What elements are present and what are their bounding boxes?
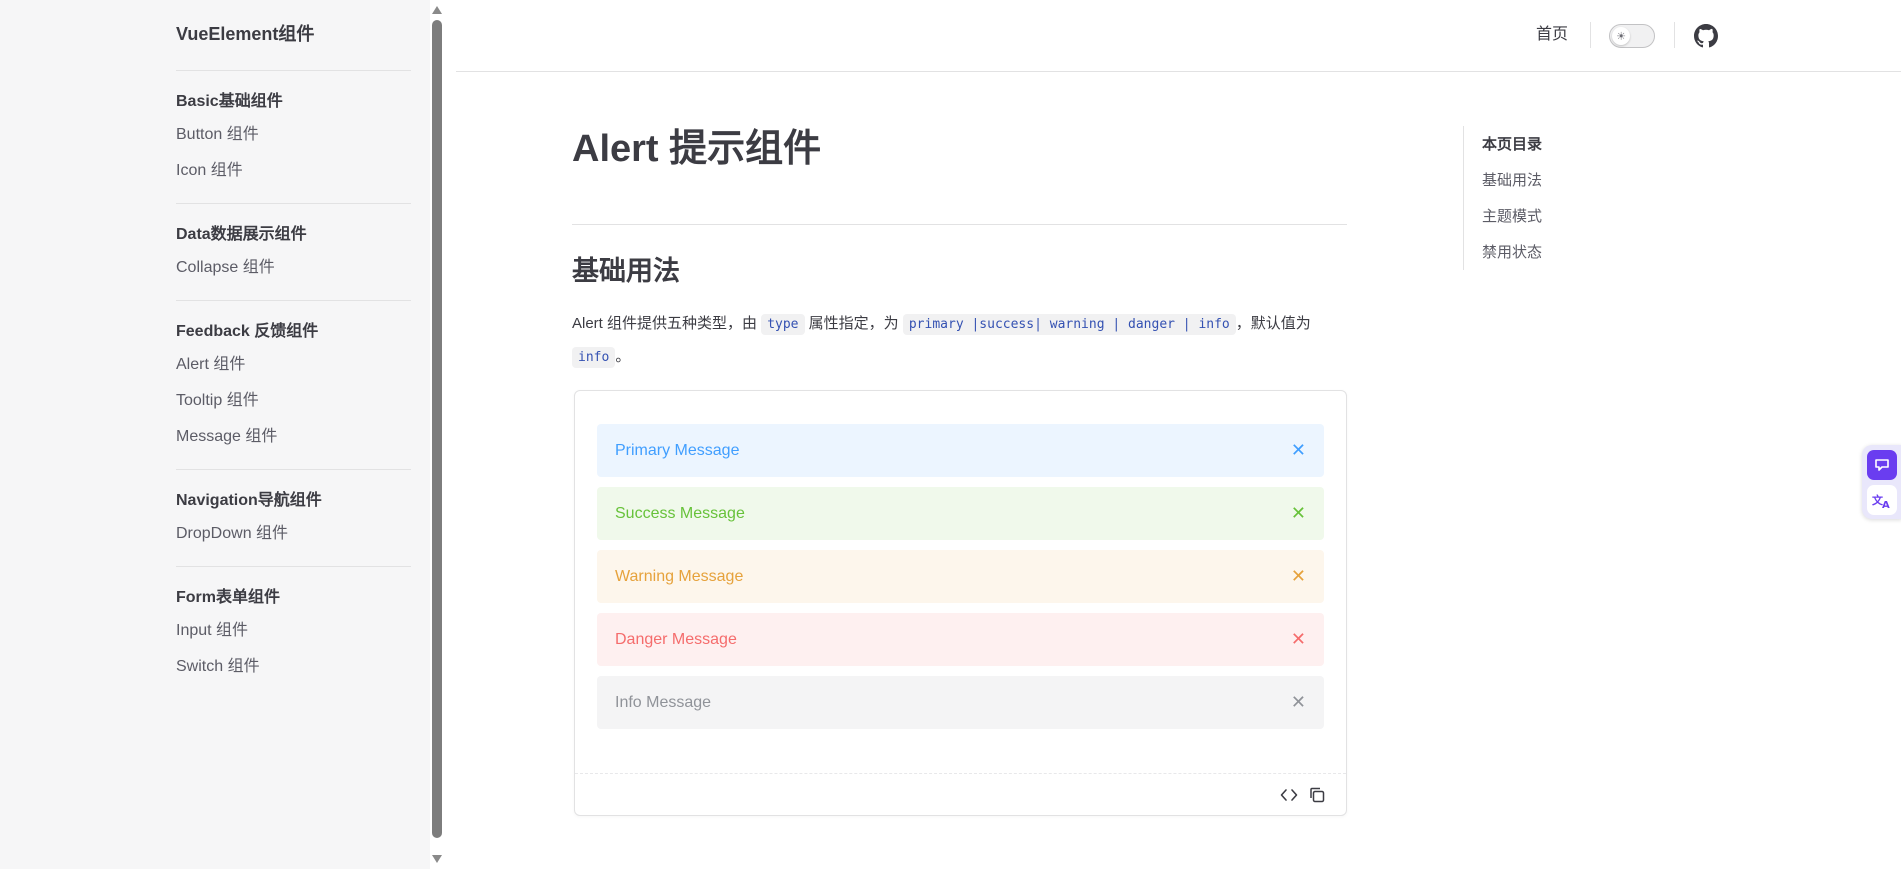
sidebar-group-data: Data数据展示组件 Collapse 组件 [176, 204, 411, 301]
navbar-divider [1590, 22, 1591, 48]
sidebar-group-title: Navigation导航组件 [176, 492, 322, 509]
scroll-down-arrow-icon[interactable] [432, 855, 442, 863]
top-navbar: 首页 ☀ [456, 0, 1901, 72]
svg-text:A: A [1882, 500, 1890, 509]
site-title[interactable]: VueElement组件 [176, 0, 411, 71]
close-icon[interactable]: ✕ [1291, 440, 1306, 461]
sidebar-group-title: Form表单组件 [176, 589, 281, 606]
table-of-contents: 本页目录 基础用法 主题模式 禁用状态 [1463, 126, 1663, 270]
sidebar-item-button[interactable]: Button 组件 [176, 117, 411, 153]
sidebar-item-switch[interactable]: Switch 组件 [176, 649, 411, 685]
sidebar-group-title: Feedback 反馈组件 [176, 323, 319, 340]
alert-message: Primary Message [615, 441, 740, 459]
demo-block: Primary Message ✕ Success Message ✕ Warn… [574, 390, 1347, 816]
sidebar-item-collapse[interactable]: Collapse 组件 [176, 250, 411, 286]
close-icon[interactable]: ✕ [1291, 566, 1306, 587]
alert-warning: Warning Message ✕ [597, 550, 1324, 603]
sidebar-item-alert[interactable]: Alert 组件 [176, 347, 411, 383]
sidebar-item-dropdown[interactable]: DropDown 组件 [176, 516, 411, 552]
github-icon[interactable] [1694, 24, 1718, 48]
floating-widget: 文 A [1862, 445, 1901, 519]
toc-item-disabled[interactable]: 禁用状态 [1482, 235, 1663, 271]
translate-icon[interactable]: 文 A [1867, 485, 1897, 515]
divider [572, 224, 1347, 225]
scroll-up-arrow-icon[interactable] [432, 6, 442, 14]
alert-info: Info Message ✕ [597, 676, 1324, 729]
sidebar-group-basic: Basic基础组件 Button 组件 Icon 组件 [176, 71, 411, 204]
section-title: 基础用法 [572, 256, 680, 286]
sidebar-scrollbar[interactable] [430, 0, 444, 869]
navbar-divider [1674, 22, 1675, 48]
sun-icon: ☀ [1612, 27, 1630, 45]
toc-title: 本页目录 [1482, 136, 1543, 153]
sidebar-nav: VueElement组件 Basic基础组件 Button 组件 Icon 组件… [176, 0, 411, 699]
sidebar-item-message[interactable]: Message 组件 [176, 419, 411, 455]
desc-text: 。 [615, 348, 631, 365]
demo-toolbar [575, 773, 1346, 815]
alert-danger: Danger Message ✕ [597, 613, 1324, 666]
code-icon[interactable] [1280, 786, 1298, 804]
alert-primary: Primary Message ✕ [597, 424, 1324, 477]
desc-text: Alert 组件提供五种类型，由 [572, 315, 758, 332]
sidebar-group-navigation: Navigation导航组件 DropDown 组件 [176, 470, 411, 567]
desc-text: ，默认值为 [1235, 315, 1311, 332]
copy-icon[interactable] [1308, 786, 1326, 804]
inline-code: primary |success| warning | danger | inf… [902, 314, 1236, 335]
toc-item-basic-usage[interactable]: 基础用法 [1482, 163, 1663, 199]
scrollbar-thumb[interactable] [432, 20, 442, 838]
close-icon[interactable]: ✕ [1291, 692, 1306, 713]
sidebar: VueElement组件 Basic基础组件 Button 组件 Icon 组件… [0, 0, 430, 869]
alert-success: Success Message ✕ [597, 487, 1324, 540]
sidebar-group-feedback: Feedback 反馈组件 Alert 组件 Tooltip 组件 Messag… [176, 301, 411, 470]
section-description: Alert 组件提供五种类型，由 type 属性指定，为 primary |su… [572, 308, 1347, 374]
alert-message: Success Message [615, 504, 745, 522]
page-title: Alert 提示组件 [572, 128, 822, 170]
sidebar-group-form: Form表单组件 Input 组件 Switch 组件 [176, 567, 411, 699]
sidebar-item-input[interactable]: Input 组件 [176, 613, 411, 649]
inline-code: type [761, 314, 805, 335]
sidebar-item-icon[interactable]: Icon 组件 [176, 153, 411, 189]
alert-message: Danger Message [615, 630, 737, 648]
alert-message: Warning Message [615, 567, 744, 585]
sidebar-item-tooltip[interactable]: Tooltip 组件 [176, 383, 411, 419]
toc-item-theme-mode[interactable]: 主题模式 [1482, 199, 1663, 235]
nav-home-link[interactable]: 首页 [1536, 24, 1568, 46]
sidebar-group-title: Basic基础组件 [176, 93, 283, 110]
inline-code: info [572, 347, 616, 368]
close-icon[interactable]: ✕ [1291, 503, 1306, 524]
chat-icon[interactable] [1867, 450, 1897, 480]
theme-toggle[interactable]: ☀ [1609, 24, 1655, 48]
desc-text: 属性指定，为 [808, 315, 899, 332]
sidebar-group-title: Data数据展示组件 [176, 226, 307, 243]
close-icon[interactable]: ✕ [1291, 629, 1306, 650]
alert-message: Info Message [615, 693, 712, 711]
